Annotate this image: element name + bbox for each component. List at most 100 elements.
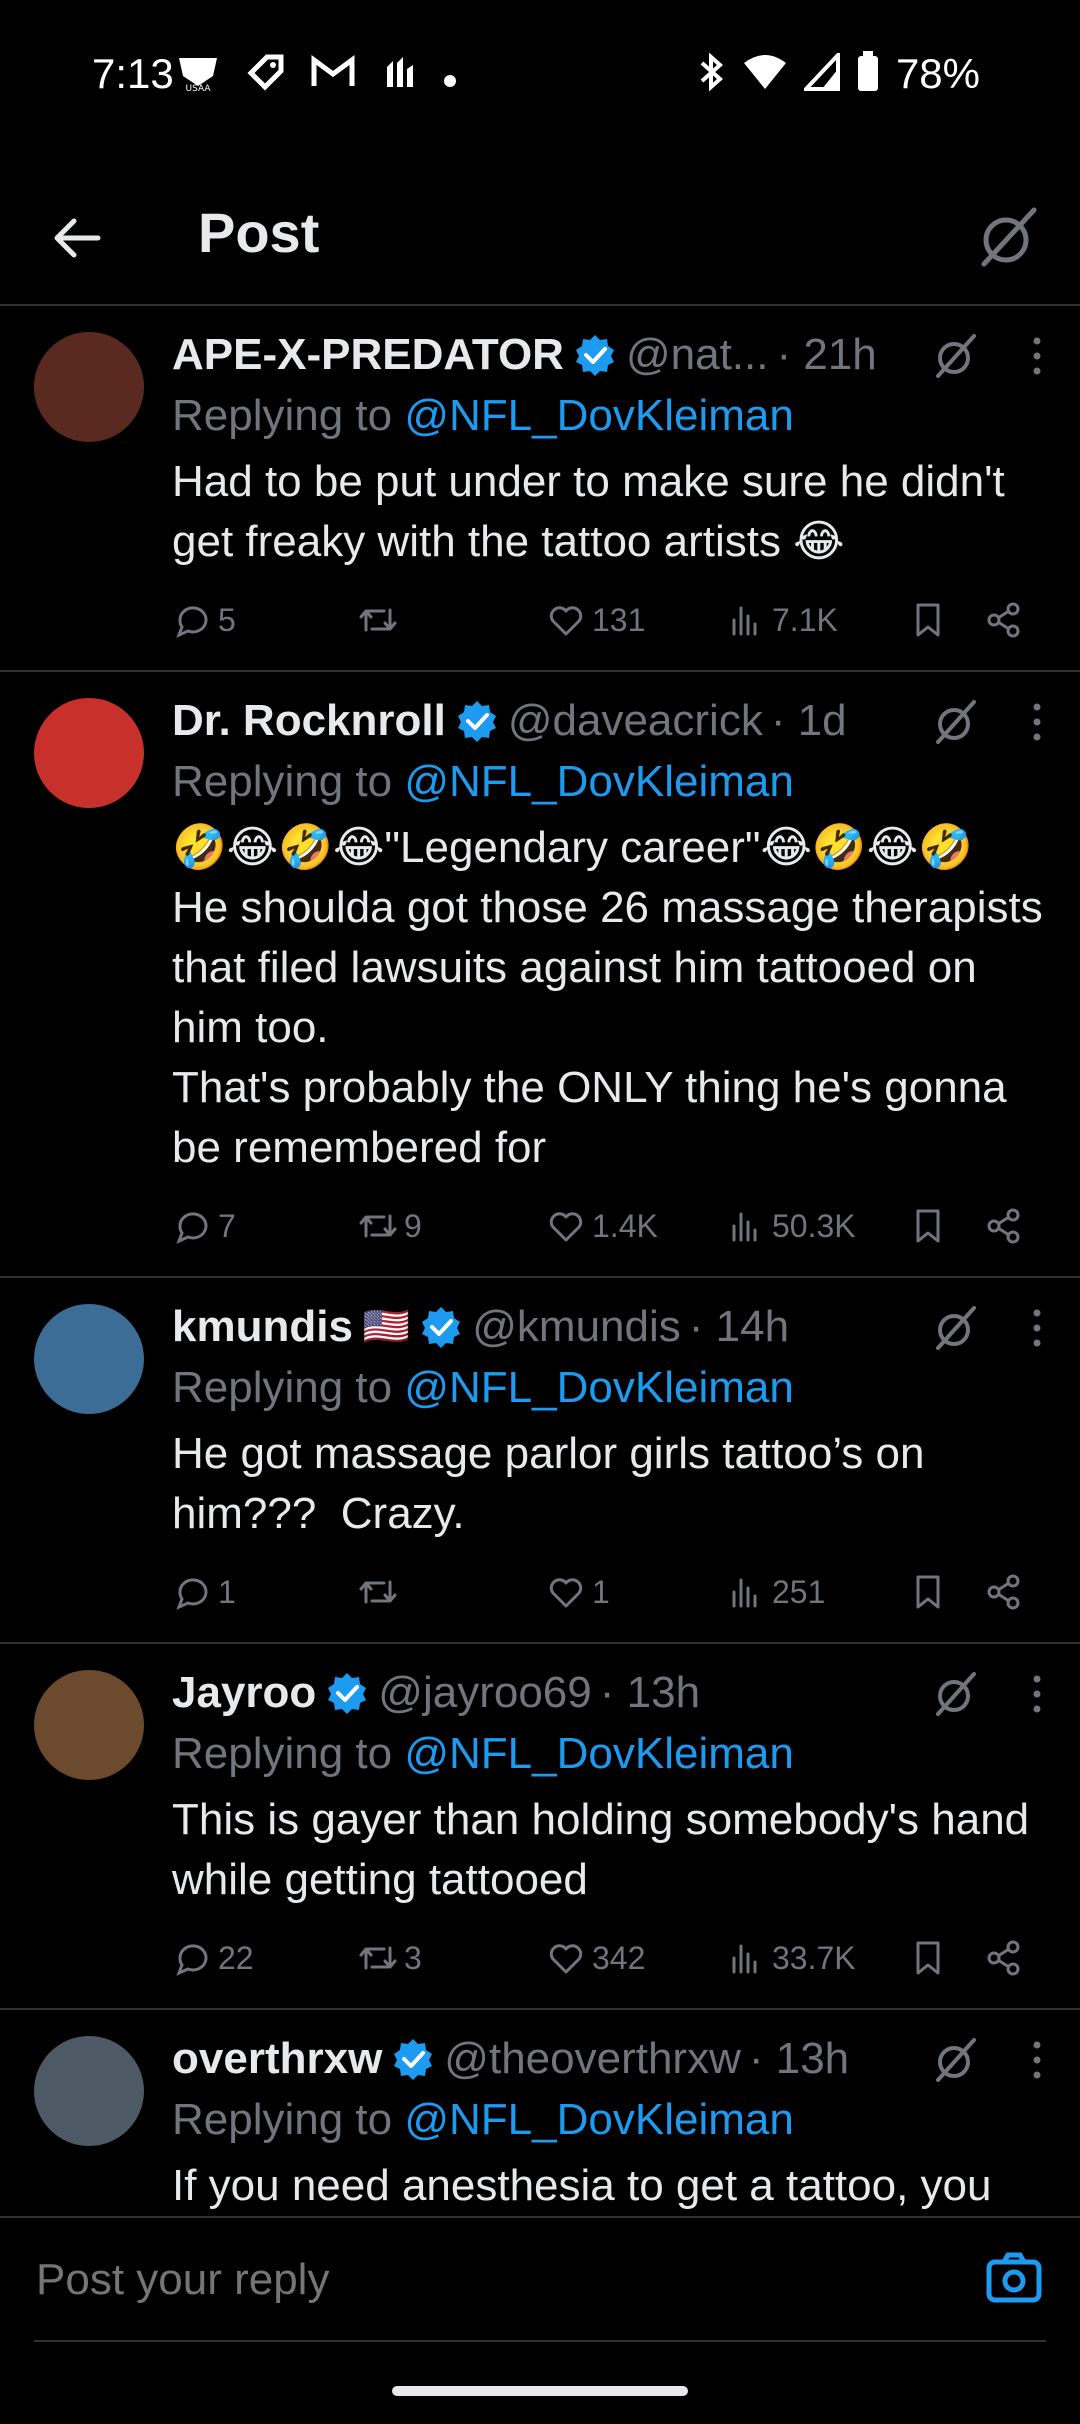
more-options-icon[interactable] [1030,1307,1044,1349]
reply-button[interactable]: 7 [172,1206,358,1246]
repost-button[interactable]: 3 [358,1938,546,1978]
replying-prefix: Replying to [172,1363,405,1412]
back-button[interactable] [48,208,108,268]
tweet[interactable]: Jayroo @jayroo69 · 13h Replying to @NFL_… [0,1644,1080,2010]
more-options-icon[interactable] [1030,1673,1044,1715]
author-handle[interactable]: @nat... [626,330,769,380]
arrow-left-icon [54,218,101,258]
reply-icon [176,1212,208,1244]
author-handle[interactable]: @kmundis [472,1302,681,1352]
mention-link[interactable]: @NFL_DovKleiman [404,1363,793,1412]
grok-button[interactable] [970,202,1042,274]
more-options-icon[interactable] [1030,335,1044,377]
usaa-icon: USAA [175,52,221,101]
grok-icon[interactable] [928,1302,980,1354]
author-name[interactable]: kmundis [172,1302,353,1352]
like-button[interactable]: 342 [546,1938,726,1978]
tweet-header: overthrxw @theoverthrxw · 13h [172,2028,1044,2090]
tweet-actions: 5 131 7.1K [172,590,1044,650]
author-name[interactable]: Jayroo [172,1668,316,1718]
bookmark-button[interactable] [908,1572,984,1612]
repost-button[interactable] [358,600,546,640]
tweet-text: If you need anesthesia to get a tattoo, … [172,2161,992,2210]
like-button[interactable]: 1 [546,1572,726,1612]
svg-text:USAA: USAA [185,84,211,92]
author-name[interactable]: overthrxw [172,2034,382,2084]
tweet[interactable]: kmundis 🇺🇸 @kmundis · 14h Replying to @N… [0,1278,1080,1644]
post-time: · 1d [770,696,847,745]
share-button[interactable] [984,600,1024,640]
reply-input[interactable] [34,2254,613,2306]
tweet[interactable]: overthrxw @theoverthrxw · 13h Replying t… [0,2010,1080,2216]
battery-percent: 78% [895,50,980,97]
heart-icon [549,1944,583,1974]
tweet[interactable]: Dr. Rocknroll @daveacrick · 1d Replying … [0,672,1080,1278]
views-button[interactable]: 33.7K [726,1938,908,1978]
post-time: · 21h [776,330,877,379]
share-icon [987,1574,1020,1610]
author-name[interactable]: Dr. Rocknroll [172,696,446,746]
views-count: 7.1K [772,601,838,638]
repost-button[interactable] [358,1572,546,1612]
share-button[interactable] [984,1938,1024,1978]
tweet-header: APE-X-PREDATOR @nat... · 21h [172,324,1044,386]
share-button[interactable] [984,1572,1024,1612]
mention-link[interactable]: @NFL_DovKleiman [404,2095,793,2144]
reply-count: 1 [218,1573,236,1610]
mention-link[interactable]: @NFL_DovKleiman [404,1729,793,1778]
views-button[interactable]: 251 [726,1572,908,1612]
bookmark-button[interactable] [908,600,984,640]
camera-button[interactable] [984,2248,1044,2308]
repost-count: 9 [404,1207,422,1244]
tweet[interactable]: APE-X-PREDATOR @nat... · 21h Replying to… [0,306,1080,672]
like-button[interactable]: 1.4K [546,1206,726,1246]
grok-icon[interactable] [928,330,980,382]
reply-button[interactable]: 1 [172,1572,358,1612]
author-handle[interactable]: @jayroo69 [378,1668,591,1718]
app-icon [381,53,417,100]
like-count: 1 [592,1573,610,1610]
grok-icon[interactable] [928,696,980,748]
reply-icon [176,1944,208,1976]
dot-icon [443,57,457,97]
views-button[interactable]: 7.1K [726,600,908,640]
bookmark-button[interactable] [908,1938,984,1978]
avatar[interactable] [34,2036,144,2146]
mention-link[interactable]: @NFL_DovKleiman [404,757,793,806]
tweet-text: He got massage parlor girls tattoo’s on … [172,1429,937,1538]
mention-link[interactable]: @NFL_DovKleiman [404,391,793,440]
tweet-text: Had to be put under to make sure he didn… [172,457,1017,566]
reply-button[interactable]: 5 [172,600,358,640]
repost-button[interactable]: 9 [358,1206,546,1246]
more-options-icon[interactable] [1030,2039,1044,2081]
reply-count: 7 [218,1207,236,1244]
bookmark-button[interactable] [908,1206,984,1246]
bookmark-icon [916,1575,940,1609]
replies-feed: APE-X-PREDATOR @nat... · 21h Replying to… [0,306,1080,2216]
author-handle[interactable]: @daveacrick [508,696,763,746]
grok-icon[interactable] [928,2034,980,2086]
author-handle[interactable]: @theoverthrxw [444,2034,741,2084]
replying-prefix: Replying to [172,391,405,440]
avatar[interactable] [34,698,144,808]
wifi-icon [742,53,788,96]
avatar[interactable] [34,1304,144,1414]
reply-icon [176,1578,208,1610]
grok-icon[interactable] [928,1668,980,1720]
reply-count: 5 [218,601,236,638]
views-button[interactable]: 50.3K [726,1206,908,1246]
more-options-icon[interactable] [1030,701,1044,743]
signal-icon [801,49,840,96]
share-button[interactable] [984,1206,1024,1246]
tweet-actions: 22 3 342 33.7K [172,1928,1044,1988]
status-bar: 7:13 USAA 78% [0,0,1080,150]
repost-icon [359,1946,397,1970]
home-indicator[interactable] [392,2386,688,2396]
avatar[interactable] [34,1670,144,1780]
tweet-header: kmundis 🇺🇸 @kmundis · 14h [172,1296,1044,1358]
bookmark-icon [916,1209,940,1243]
reply-button[interactable]: 22 [172,1938,358,1978]
avatar[interactable] [34,332,144,442]
author-name[interactable]: APE-X-PREDATOR [172,330,564,380]
like-button[interactable]: 131 [546,600,726,640]
